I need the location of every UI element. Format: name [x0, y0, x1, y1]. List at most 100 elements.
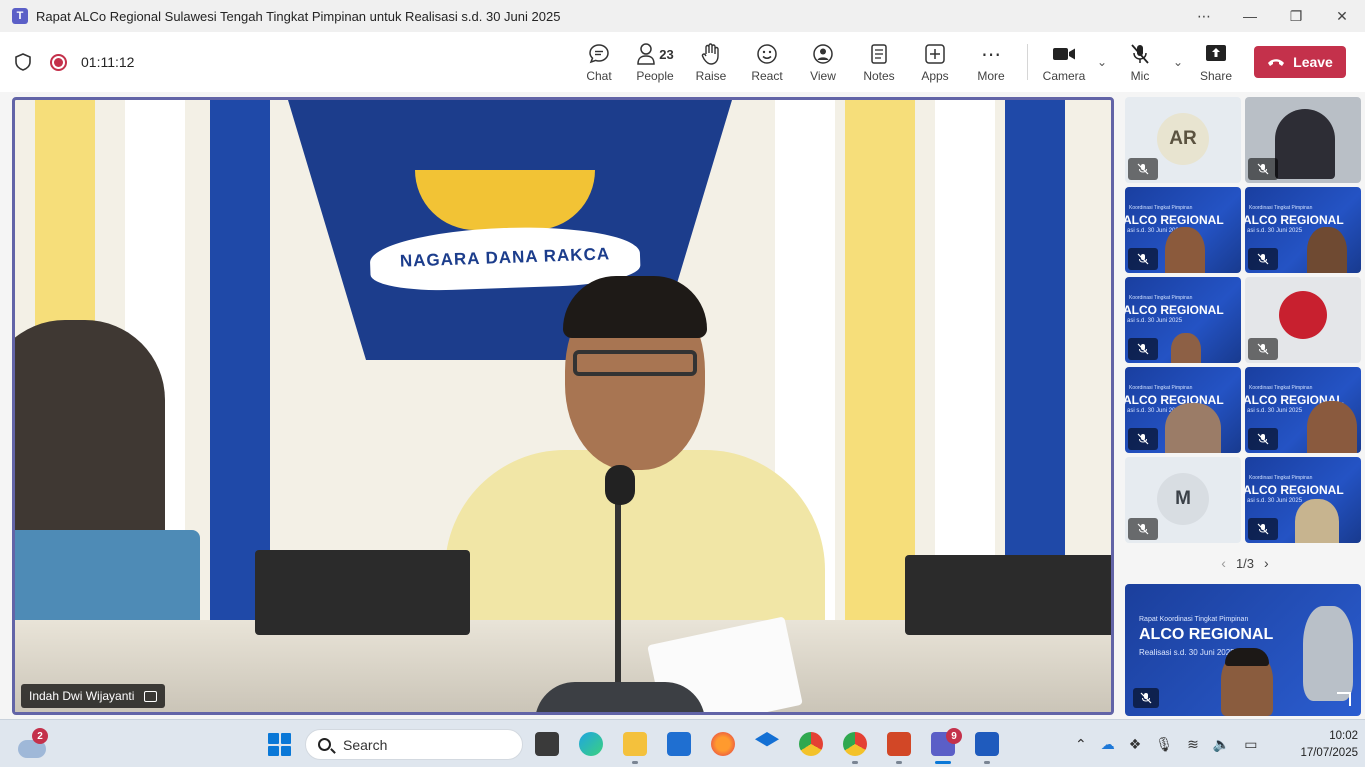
- speaker-name-tag: Indah Dwi Wijayanti: [21, 684, 166, 708]
- participant-video: [1221, 648, 1273, 716]
- participant-tile[interactable]: Koordinasi Tingkat Pimpinan ALCO REGIONA…: [1245, 187, 1361, 273]
- participant-tile[interactable]: Koordinasi Tingkat Pimpinan ALCO REGIONA…: [1245, 457, 1361, 543]
- add-apps-icon: [924, 41, 946, 67]
- windows-taskbar: 2 Search 9 ⌃ ☁ ❖ 🎙 ≋ 🔈 ▭ 10:02 17/07/202…: [0, 719, 1365, 767]
- participant-tile[interactable]: Koordinasi Tingkat Pimpinan ALCO REGIONA…: [1125, 187, 1241, 273]
- featured-participant-tile[interactable]: Rapat Koordinasi Tingkat Pimpinan ALCO R…: [1125, 584, 1361, 716]
- hand-icon: [701, 41, 721, 67]
- participant-tile[interactable]: Koordinasi Tingkat Pimpinan ALCO REGIONA…: [1125, 367, 1241, 453]
- store-icon[interactable]: [667, 732, 691, 756]
- mic-options-chevron-icon[interactable]: ⌄: [1168, 32, 1188, 92]
- task-view-icon[interactable]: [535, 732, 559, 756]
- weather-badge: 2: [32, 728, 48, 744]
- participant-tile[interactable]: [1245, 277, 1361, 363]
- smiley-icon: [756, 41, 778, 67]
- people-icon: 23: [636, 41, 674, 67]
- chrome-profile-icon[interactable]: [843, 732, 867, 756]
- slide-title: ALCO REGIONAL: [1139, 626, 1274, 643]
- slide-subtitle: Realisasi s.d. 30 Juni 2025: [1139, 648, 1235, 657]
- wifi-icon[interactable]: ≋: [1187, 736, 1199, 753]
- participant-tile[interactable]: M: [1125, 457, 1241, 543]
- participant-tile[interactable]: Koordinasi Tingkat Pimpinan ALCO REGIONA…: [1125, 277, 1241, 363]
- camera-button[interactable]: Camera: [1036, 32, 1092, 92]
- chat-label: Chat: [586, 69, 612, 83]
- mic-muted-tray-icon[interactable]: 🎙: [1155, 736, 1173, 753]
- notes-button[interactable]: Notes: [851, 32, 907, 92]
- taskbar-clock[interactable]: 10:02 17/07/2025: [1298, 728, 1358, 762]
- taskbar-search[interactable]: Search: [305, 729, 523, 760]
- slide-caption: Koordinasi Tingkat Pimpinan: [1249, 475, 1313, 481]
- maximize-icon[interactable]: ❐: [1273, 0, 1319, 32]
- more-icon[interactable]: ⋯: [1181, 0, 1227, 32]
- desk-mic: [615, 480, 621, 690]
- camera-label: Camera: [1042, 69, 1086, 83]
- participant-tile[interactable]: Koordinasi Tingkat Pimpinan ALCO REGIONA…: [1245, 367, 1361, 453]
- firefox-icon[interactable]: [711, 732, 735, 756]
- volume-icon[interactable]: 🔈: [1213, 736, 1230, 753]
- mic-base: [535, 682, 705, 712]
- edge-icon[interactable]: [579, 732, 603, 756]
- close-icon[interactable]: ✕: [1319, 0, 1365, 32]
- mic-off-icon: [1248, 428, 1278, 450]
- chat-button[interactable]: Chat: [571, 32, 627, 92]
- participant-tile[interactable]: AR: [1125, 97, 1241, 183]
- participant-tile[interactable]: [1245, 97, 1361, 183]
- window-controls: ⋯ — ❐ ✕: [1181, 0, 1365, 32]
- window-title: Rapat ALCo Regional Sulawesi Tengah Ting…: [36, 8, 561, 24]
- mic-button[interactable]: Mic: [1112, 32, 1168, 92]
- camera-options-chevron-icon[interactable]: ⌄: [1092, 32, 1112, 92]
- gallery-pager: ‹ 1/3 ›: [1205, 553, 1285, 573]
- chevron-left-icon[interactable]: ‹: [1221, 555, 1226, 571]
- participant-video: [1165, 403, 1221, 453]
- meeting-toolbar: 01:11:12 Chat 23 People Raise React View…: [0, 32, 1365, 92]
- slide-caption: Koordinasi Tingkat Pimpinan: [1249, 205, 1313, 211]
- view-label: View: [810, 69, 836, 83]
- system-tray: ⌃ ☁ ❖ 🎙 ≋ 🔈 ▭: [1075, 734, 1257, 754]
- expand-icon[interactable]: [1337, 692, 1351, 706]
- chevron-right-icon[interactable]: ›: [1264, 555, 1269, 571]
- glasses: [573, 350, 697, 376]
- leave-button[interactable]: Leave: [1254, 46, 1346, 78]
- raise-hand-button[interactable]: Raise: [683, 32, 739, 92]
- word-icon[interactable]: [975, 732, 999, 756]
- chat-icon: [588, 41, 610, 67]
- speaker-video: NAGARA DANA RAKCA: [15, 100, 1111, 712]
- main-video-stage[interactable]: NAGARA DANA RAKCA Indah Dwi Wijayanti: [12, 97, 1114, 715]
- powerpoint-icon[interactable]: [887, 732, 911, 756]
- mic-off-icon: [1128, 248, 1158, 270]
- page-indicator: 1/3: [1235, 555, 1255, 571]
- apps-button[interactable]: Apps: [907, 32, 963, 92]
- mic-off-icon: [1128, 428, 1158, 450]
- weather-widget[interactable]: 2: [18, 728, 48, 758]
- teams-badge: 9: [946, 728, 962, 744]
- dropbox-icon[interactable]: [755, 732, 779, 747]
- chrome-icon[interactable]: [799, 732, 823, 756]
- onedrive-icon[interactable]: ☁: [1101, 736, 1115, 753]
- clock-time: 10:02: [1329, 730, 1358, 742]
- mic-off-icon: [1128, 158, 1158, 180]
- avatar: AR: [1157, 113, 1209, 165]
- dropbox-tray-icon[interactable]: ❖: [1129, 736, 1142, 753]
- raise-label: Raise: [695, 69, 727, 83]
- slide-title: ALCO REGIONAL: [1125, 303, 1224, 317]
- chevron-up-icon[interactable]: ⌃: [1075, 736, 1087, 753]
- tissue-box: [255, 550, 470, 635]
- react-label: React: [751, 69, 783, 83]
- more-button[interactable]: ⋯ More: [963, 32, 1019, 92]
- people-button[interactable]: 23 People: [627, 32, 683, 92]
- windows-start-icon[interactable]: [268, 733, 291, 756]
- share-button[interactable]: Share: [1188, 32, 1244, 92]
- slide-subtitle: asi s.d. 30 Juni 2025: [1247, 408, 1303, 414]
- view-button[interactable]: View: [795, 32, 851, 92]
- view-icon: [812, 41, 834, 67]
- mic-label: Mic: [1130, 69, 1150, 83]
- window-title-bar: T Rapat ALCo Regional Sulawesi Tengah Ti…: [0, 0, 1365, 32]
- react-button[interactable]: React: [739, 32, 795, 92]
- file-explorer-icon[interactable]: [623, 732, 647, 756]
- meeting-timer: 01:11:12: [81, 54, 135, 70]
- minimize-icon[interactable]: —: [1227, 0, 1273, 32]
- slide-title: ALCO REGIONAL: [1245, 213, 1344, 227]
- shield-icon[interactable]: [14, 53, 32, 71]
- search-label: Search: [343, 736, 388, 753]
- battery-icon[interactable]: ▭: [1244, 736, 1257, 753]
